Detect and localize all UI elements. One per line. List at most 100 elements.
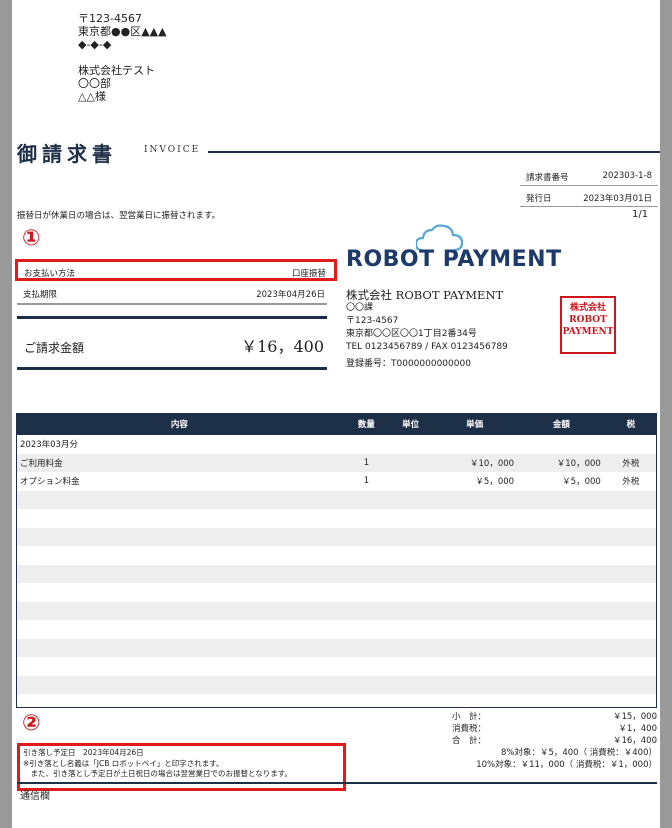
cell-unit bbox=[390, 638, 432, 657]
table-row bbox=[16, 546, 657, 565]
col-header-tax: 税 bbox=[604, 413, 657, 435]
transfer-note: 振替日が休業日の場合は、翌営業日に振替されます。 bbox=[17, 211, 221, 221]
marker-2: ② bbox=[22, 711, 41, 736]
cell-tax bbox=[604, 675, 657, 694]
debit-holiday-note: また、引き落とし予定日が土日祝日の場合は翌営業日でのお振替となります。 bbox=[23, 769, 293, 778]
cell-amount bbox=[518, 601, 605, 620]
total-label: ご請求金額 bbox=[24, 341, 85, 355]
recipient-postal: 〒123-4567 bbox=[78, 12, 142, 25]
grand-total-value: ￥16，400 bbox=[612, 736, 657, 746]
due-date-label: 支払期限 bbox=[23, 290, 58, 300]
seal-line2: ROBOT bbox=[569, 315, 607, 325]
sender-postal: 〒123-4567 bbox=[346, 316, 399, 326]
due-date-row: 支払期限 2023年04月26日 bbox=[17, 285, 327, 305]
page-number: 1/1 bbox=[632, 209, 649, 220]
table-row: 2023年03月分 bbox=[16, 435, 657, 454]
cell-tax: 外税 bbox=[604, 453, 657, 472]
invoice-number: 202303-1-8 bbox=[602, 171, 652, 181]
communication-label: 通信欄 bbox=[20, 791, 50, 802]
table-row: ご利用料金 1 ￥10，000 ￥10，000 外税 bbox=[16, 453, 657, 472]
cell-quantity bbox=[343, 546, 390, 565]
cell-description: ご利用料金 bbox=[16, 453, 343, 472]
cell-description: 2023年03月分 bbox=[20, 440, 78, 451]
cell-tax bbox=[604, 638, 657, 657]
cell-unit-price bbox=[431, 509, 518, 528]
seal-line1: 株式会社 bbox=[569, 303, 606, 313]
page-title-en: INVOICE bbox=[144, 145, 201, 155]
cell-quantity: 1 bbox=[342, 453, 391, 472]
cell-tax: 外税 bbox=[622, 477, 640, 488]
cell-quantity bbox=[342, 527, 391, 546]
rate8-breakdown: 8%対象：￥5，400（ 消費税：￥400） bbox=[500, 748, 657, 758]
cell-tax bbox=[605, 546, 657, 565]
cell-description bbox=[16, 583, 343, 602]
cell-unit-price bbox=[431, 435, 518, 454]
cell-unit-price: ￥5，000 bbox=[475, 477, 515, 488]
company-logo: ROBOT PAYMENT bbox=[346, 247, 562, 272]
cell-description: オプション料金 bbox=[20, 477, 80, 488]
cell-amount bbox=[518, 564, 605, 583]
cell-tax bbox=[605, 435, 657, 454]
cell-unit-price bbox=[431, 638, 519, 657]
table-row bbox=[16, 620, 657, 639]
cell-amount bbox=[518, 435, 605, 454]
cell-unit-price bbox=[431, 675, 519, 694]
cell-unit bbox=[390, 657, 431, 676]
cell-amount bbox=[518, 527, 605, 546]
cell-amount bbox=[518, 657, 605, 676]
cell-unit bbox=[390, 564, 432, 583]
marker-1: ① bbox=[22, 226, 41, 251]
cell-unit bbox=[390, 601, 432, 620]
total-rule-top bbox=[17, 316, 327, 319]
cell-unit bbox=[390, 435, 431, 454]
cell-quantity bbox=[343, 435, 390, 454]
sender-tel-fax: TEL 0123456789 / FAX 0123456789 bbox=[346, 342, 508, 352]
cell-unit bbox=[390, 453, 432, 472]
cell-quantity bbox=[342, 601, 391, 620]
cell-description bbox=[16, 620, 343, 639]
col-header-quantity: 数量 bbox=[342, 413, 391, 435]
cell-unit bbox=[390, 675, 432, 694]
sender-info: 株式会社 ROBOT PAYMENT 〇〇課 〒123-4567 東京都〇〇区〇… bbox=[346, 289, 508, 371]
cell-quantity bbox=[343, 583, 390, 602]
cell-unit bbox=[390, 472, 431, 491]
logo-payment: PAYMENT bbox=[442, 247, 562, 272]
tax-label: 消費税： bbox=[452, 724, 487, 734]
cell-quantity bbox=[342, 675, 391, 694]
sender-address: 東京都〇〇区〇〇1丁目2番34号 bbox=[346, 329, 477, 339]
cell-unit bbox=[390, 490, 432, 509]
communication-rule bbox=[17, 782, 657, 784]
col-header-unit: 単位 bbox=[390, 413, 432, 435]
recipient-address: 〒123-4567 東京都●●区▲▲▲ ◆-◆-◆ 株式会社テスト 〇〇部 △△… bbox=[78, 12, 167, 103]
recipient-address-line1: 東京都●●区▲▲▲ bbox=[78, 25, 167, 38]
cell-amount bbox=[518, 490, 605, 509]
cell-description bbox=[16, 490, 343, 509]
tax-value: ￥1，400 bbox=[618, 724, 657, 734]
payment-method-value: 口座振替 bbox=[291, 269, 326, 279]
due-date-value: 2023年04月26日 bbox=[256, 290, 325, 300]
sender-dept: 〇〇課 bbox=[346, 303, 374, 313]
subtotal-value: ￥15，000 bbox=[612, 712, 657, 722]
recipient-address-line2: ◆-◆-◆ bbox=[78, 38, 112, 51]
cell-description bbox=[16, 657, 343, 676]
cell-amount bbox=[518, 583, 605, 602]
cell-quantity bbox=[342, 638, 391, 657]
cell-amount: ￥5，000 bbox=[562, 477, 601, 488]
cell-tax bbox=[604, 564, 657, 583]
cell-description bbox=[16, 546, 343, 565]
items-header-row: 内容 数量 単位 単価 金額 税 bbox=[16, 413, 657, 435]
cell-amount bbox=[518, 546, 605, 565]
table-row bbox=[16, 490, 657, 509]
cell-unit-price bbox=[431, 527, 519, 546]
cell-amount bbox=[518, 509, 605, 528]
cell-quantity bbox=[343, 657, 390, 676]
subtotal-label: 小 計： bbox=[452, 712, 487, 722]
cell-quantity bbox=[342, 490, 391, 509]
cell-description bbox=[16, 675, 343, 694]
debit-name-note: ※引き落とし名義は「JCB ロボットペイ」と印字されます。 bbox=[23, 758, 224, 768]
debit-date: 引き落し予定日 2023年04月26日 bbox=[23, 748, 144, 757]
cell-quantity bbox=[342, 564, 391, 583]
items-table: 内容 数量 単位 単価 金額 税 2023年03月分ご利用料金 1 ￥10，000 ￥… bbox=[16, 413, 657, 694]
table-row bbox=[16, 583, 657, 602]
cell-amount bbox=[518, 675, 605, 694]
